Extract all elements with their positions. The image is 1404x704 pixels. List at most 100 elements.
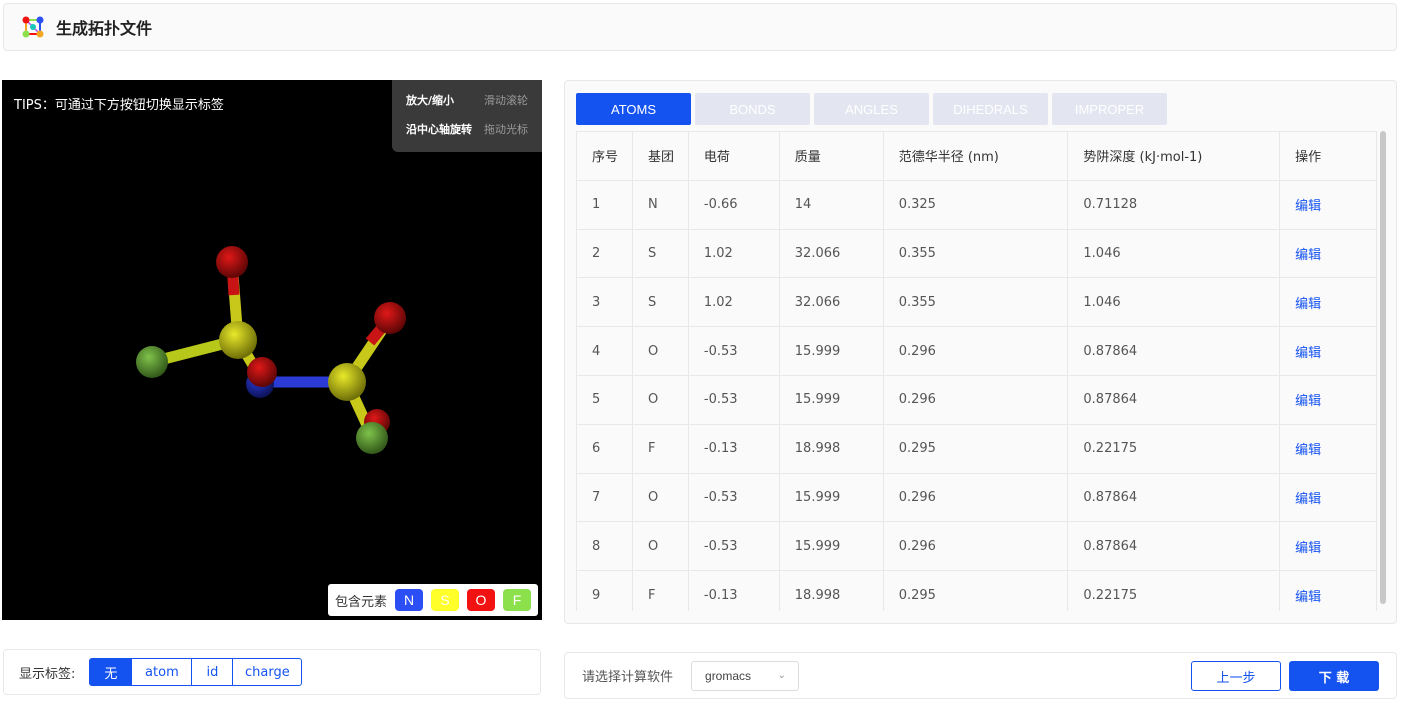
help-action: 沿中心轴旋转 — [406, 123, 472, 136]
table-row: 3 S 1.02 32.066 0.355 1.046 编辑 — [576, 277, 1377, 328]
table-cell: 0.295 — [882, 570, 1069, 611]
edit-link[interactable]: 编辑 — [1279, 570, 1377, 611]
table-cell: 32.066 — [778, 277, 884, 328]
table-cell: 0.87864 — [1067, 521, 1281, 572]
label-option-atom[interactable]: atom — [131, 658, 193, 686]
element-badge-f: F — [503, 589, 531, 611]
table-cell: S — [631, 277, 689, 328]
table-cell: S — [631, 228, 689, 279]
tab-improper[interactable]: IMPROPER — [1052, 93, 1167, 125]
edit-link[interactable]: 编辑 — [1279, 326, 1377, 376]
table-cell: F — [631, 570, 689, 611]
software-select[interactable]: gromacs ⌄ — [691, 660, 800, 691]
edit-link[interactable]: 编辑 — [1279, 179, 1377, 230]
table-cell: -0.53 — [687, 521, 780, 572]
tab-angles[interactable]: ANGLES — [814, 93, 929, 125]
table-cell: 0.71128 — [1067, 179, 1281, 230]
table-cell: 1.046 — [1067, 228, 1281, 279]
col-header-vdw-radius: 范德华半径 (nm) — [882, 131, 1069, 181]
table-cell: -0.53 — [687, 472, 780, 523]
table-cell: -0.13 — [687, 570, 780, 611]
col-header-well-depth: 势阱深度 (kJ·mol-1) — [1067, 131, 1281, 181]
software-select-value: gromacs — [705, 668, 752, 683]
table-cell: 15.999 — [778, 521, 884, 572]
label-option-id[interactable]: id — [191, 658, 234, 686]
molecule-viewer[interactable]: TIPS：可通过下方按钮切换显示标签 放大/缩小 滑动滚轮 沿中心轴旋转 拖动光… — [2, 80, 542, 620]
table-cell: 18.998 — [778, 570, 884, 611]
element-legend: 包含元素 N S O F — [327, 584, 538, 616]
table-cell: 5 — [576, 374, 633, 425]
topology-tabs: ATOMS BONDS ANGLES DIHEDRALS IMPROPER — [576, 93, 1167, 125]
edit-link[interactable]: 编辑 — [1279, 423, 1377, 474]
table-cell: F — [631, 423, 689, 474]
edit-link[interactable]: 编辑 — [1279, 228, 1377, 279]
table-cell: 18.998 — [778, 423, 884, 474]
table-cell: 14 — [778, 179, 884, 230]
table-cell: 7 — [576, 472, 633, 523]
col-header-charge: 电荷 — [687, 131, 780, 181]
help-control: 拖动光标 — [484, 123, 528, 136]
col-header-actions: 操作 — [1279, 131, 1377, 181]
table-cell: O — [631, 326, 689, 376]
table-cell: -0.66 — [687, 179, 780, 230]
label-toggle-label: 显示标签: — [19, 666, 76, 682]
table-cell: 0.87864 — [1067, 472, 1281, 523]
bottom-action-bar: 请选择计算软件 gromacs ⌄ 上一步 下 载 — [564, 652, 1397, 699]
col-header-group: 基团 — [631, 131, 689, 181]
table-cell: 0.87864 — [1067, 326, 1281, 376]
table-cell: 1 — [576, 179, 633, 230]
table-cell: 0.296 — [882, 472, 1069, 523]
table-cell: 0.355 — [882, 277, 1069, 328]
edit-link[interactable]: 编辑 — [1279, 521, 1377, 572]
edit-link[interactable]: 编辑 — [1279, 277, 1377, 328]
element-badge-s: S — [431, 589, 459, 611]
atoms-table-container[interactable]: 序号 基团 电荷 质量 范德华半径 (nm) 势阱深度 (kJ·mol-1) 操… — [576, 131, 1386, 611]
table-cell: 4 — [576, 326, 633, 376]
edit-link[interactable]: 编辑 — [1279, 374, 1377, 425]
table-cell: 1.02 — [687, 277, 780, 328]
table-cell: -0.53 — [687, 374, 780, 425]
table-row: 1 N -0.66 14 0.325 0.71128 编辑 — [576, 179, 1377, 230]
table-row: 8 O -0.53 15.999 0.296 0.87864 编辑 — [576, 521, 1377, 572]
tab-atoms[interactable]: ATOMS — [576, 93, 691, 125]
label-toggle-bar: 显示标签: 无 atom id charge — [3, 649, 541, 695]
label-segmented-control: 无 atom id charge — [89, 658, 303, 686]
table-row: 9 F -0.13 18.998 0.295 0.22175 编辑 — [576, 570, 1377, 611]
tab-bonds[interactable]: BONDS — [695, 93, 810, 125]
legend-label: 包含元素 — [334, 594, 387, 610]
table-cell: O — [631, 521, 689, 572]
element-badge-o: O — [467, 589, 495, 611]
table-cell: -0.13 — [687, 423, 780, 474]
table-cell: 6 — [576, 423, 633, 474]
table-cell: 0.325 — [882, 179, 1069, 230]
download-button[interactable]: 下 载 — [1289, 661, 1379, 691]
topology-panel: ATOMS BONDS ANGLES DIHEDRALS IMPROPER 序号… — [564, 80, 1397, 624]
previous-step-button[interactable]: 上一步 — [1191, 661, 1281, 691]
table-cell: 0.355 — [882, 228, 1069, 279]
molecule-logo-icon — [22, 16, 44, 38]
table-cell: 2 — [576, 228, 633, 279]
molecule-render[interactable] — [2, 80, 542, 620]
table-cell: 1.046 — [1067, 277, 1281, 328]
table-row: 2 S 1.02 32.066 0.355 1.046 编辑 — [576, 228, 1377, 279]
table-cell: 0.87864 — [1067, 374, 1281, 425]
table-row: 7 O -0.53 15.999 0.296 0.87864 编辑 — [576, 472, 1377, 523]
help-row-rotate: 沿中心轴旋转 拖动光标 — [406, 121, 528, 137]
table-scrollbar[interactable] — [1380, 131, 1386, 604]
label-option-charge[interactable]: charge — [232, 658, 303, 686]
table-cell: 1.02 — [687, 228, 780, 279]
table-cell: 0.296 — [882, 521, 1069, 572]
table-cell: 0.22175 — [1067, 570, 1281, 611]
table-cell: N — [631, 179, 689, 230]
table-cell: 32.066 — [778, 228, 884, 279]
table-row: 4 O -0.53 15.999 0.296 0.87864 编辑 — [576, 326, 1377, 376]
table-cell: 15.999 — [778, 374, 884, 425]
table-cell: 0.296 — [882, 374, 1069, 425]
table-cell: O — [631, 374, 689, 425]
col-header-index: 序号 — [576, 131, 633, 181]
edit-link[interactable]: 编辑 — [1279, 472, 1377, 523]
label-option-none[interactable]: 无 — [89, 658, 133, 686]
tab-dihedrals[interactable]: DIHEDRALS — [933, 93, 1048, 125]
help-action: 放大/缩小 — [406, 94, 455, 107]
help-row-zoom: 放大/缩小 滑动滚轮 — [406, 92, 528, 108]
